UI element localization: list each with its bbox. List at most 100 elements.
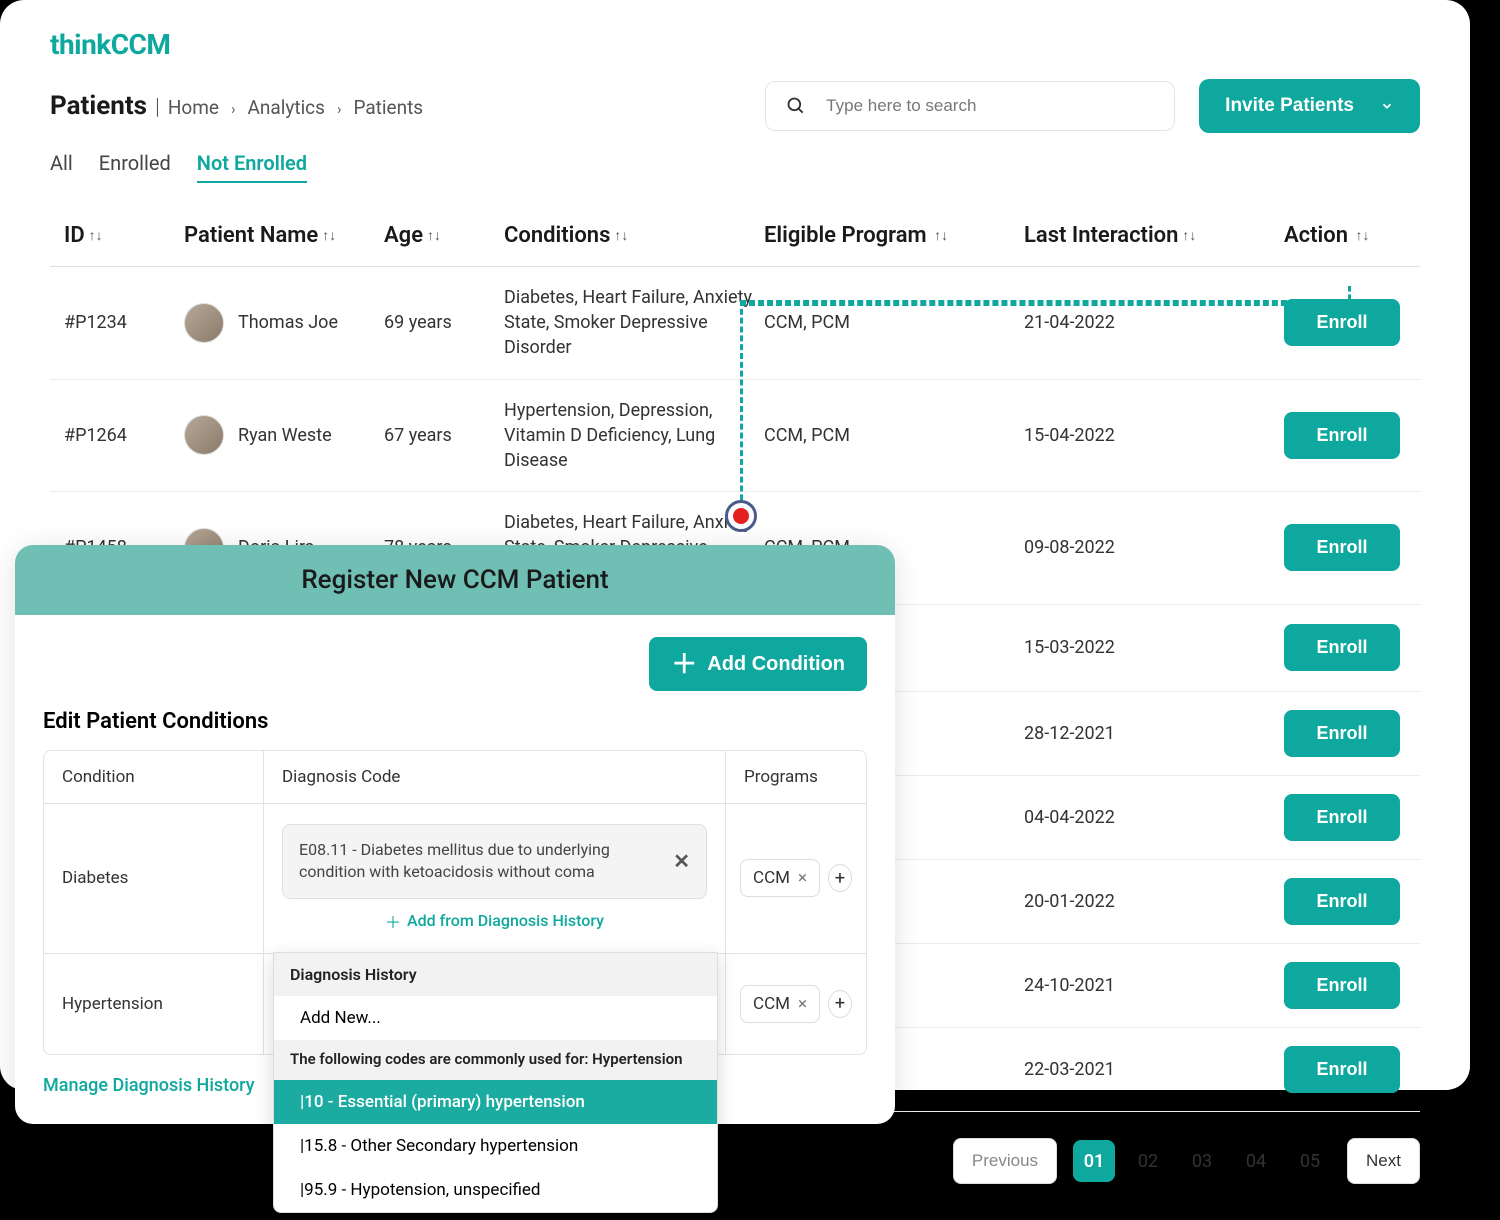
col-last[interactable]: Last Interaction↑↓ <box>1024 223 1284 248</box>
page-number[interactable]: 01 <box>1073 1140 1115 1182</box>
chevron-right-icon: › <box>231 100 236 118</box>
header-controls: Invite Patients <box>765 79 1420 133</box>
enroll-button[interactable]: Enroll <box>1284 878 1400 925</box>
table-row: #P1264 Ryan Weste 67 years Hypertension,… <box>50 380 1420 493</box>
col-program[interactable]: Eligible Program ↑↓ <box>764 223 1024 248</box>
separator: | <box>155 95 160 120</box>
invite-label: Invite Patients <box>1225 95 1354 117</box>
cond-col-condition: Condition <box>44 751 264 803</box>
cell-last: 09-08-2022 <box>1024 537 1284 558</box>
next-button[interactable]: Next <box>1347 1138 1420 1184</box>
brand-logo: thinkCCM <box>50 28 1420 61</box>
cell-last: 28-12-2021 <box>1024 723 1284 744</box>
cell-action: Enroll <box>1284 412 1406 459</box>
cell-id: #P1234 <box>64 312 184 333</box>
modal-title: Register New CCM Patient <box>15 545 895 615</box>
add-program-button[interactable]: + <box>828 864 852 892</box>
condition-row: Diabetes E08.11 - Diabetes mellitus due … <box>44 804 866 954</box>
cell-last: 04-04-2022 <box>1024 807 1284 828</box>
annotation-marker <box>725 500 757 532</box>
table-header: ID↑↓ Patient Name↑↓ Age↑↓ Conditions↑↓ E… <box>50 223 1420 267</box>
page-number[interactable]: 04 <box>1235 1140 1277 1182</box>
col-name[interactable]: Patient Name↑↓ <box>184 223 384 248</box>
cell-last: 20-01-2022 <box>1024 891 1284 912</box>
sort-icon: ↑↓ <box>1352 227 1369 244</box>
cell-last: 15-03-2022 <box>1024 637 1284 658</box>
dropdown-item[interactable]: |10 - Essential (primary) hypertension <box>274 1080 717 1124</box>
remove-diagnosis-icon[interactable]: ✕ <box>673 849 690 873</box>
cell-last: 21-04-2022 <box>1024 312 1284 333</box>
cond-col-programs: Programs <box>726 751 866 803</box>
enroll-button[interactable]: Enroll <box>1284 624 1400 671</box>
cell-action: Enroll <box>1284 624 1406 671</box>
breadcrumb: Patients | Home › Analytics › Patients <box>50 91 423 121</box>
sort-icon: ↑↓ <box>322 227 336 244</box>
cell-action: Enroll <box>1284 794 1406 841</box>
sort-icon: ↑↓ <box>1182 227 1196 244</box>
cell-id: #P1264 <box>64 425 184 446</box>
cell-action: Enroll <box>1284 299 1406 346</box>
add-program-button[interactable]: + <box>828 990 852 1018</box>
cell-last: 15-04-2022 <box>1024 425 1284 446</box>
search-box[interactable] <box>765 81 1175 131</box>
col-conditions[interactable]: Conditions↑↓ <box>504 223 764 248</box>
crumb-home[interactable]: Home <box>168 96 219 119</box>
sort-icon: ↑↓ <box>931 227 948 244</box>
enroll-button[interactable]: Enroll <box>1284 1046 1400 1093</box>
page-number[interactable]: 03 <box>1181 1140 1223 1182</box>
diagnosis-text: E08.11 - Diabetes mellitus due to underl… <box>299 839 659 884</box>
table-row: #P1234 Thomas Joe 69 years Diabetes, Hea… <box>50 267 1420 380</box>
enroll-button[interactable]: Enroll <box>1284 299 1400 346</box>
enroll-button[interactable]: Enroll <box>1284 962 1400 1009</box>
add-condition-button[interactable]: ＋ Add Condition <box>649 637 867 691</box>
page-number[interactable]: 02 <box>1127 1140 1169 1182</box>
dropdown-item[interactable]: |15.8 - Other Secondary hypertension <box>274 1124 717 1168</box>
page-number[interactable]: 05 <box>1289 1140 1331 1182</box>
dropdown-item[interactable]: |95.9 - Hypotension, unspecified <box>274 1168 717 1212</box>
sort-icon: ↑↓ <box>427 227 441 244</box>
tab-all[interactable]: All <box>50 151 73 183</box>
cell-name: Thomas Joe <box>184 303 384 343</box>
section-title: Edit Patient Conditions <box>43 709 867 734</box>
search-icon <box>786 96 806 116</box>
cell-program: CCM, PCM <box>764 425 1024 446</box>
cell-name: Ryan Weste <box>184 415 384 455</box>
condition-name: Diabetes <box>44 804 264 953</box>
cell-action: Enroll <box>1284 524 1406 571</box>
pagination: Previous 01 02 03 04 05 Next <box>50 1138 1420 1184</box>
add-from-history-link[interactable]: ＋ Add from Diagnosis History <box>385 909 604 933</box>
dropdown-section-header: Diagnosis History <box>274 953 717 996</box>
cell-conditions: Diabetes, Heart Failure, Anxiety State, … <box>504 285 764 361</box>
plus-icon: ＋ <box>385 909 401 933</box>
remove-program-icon[interactable]: × <box>798 868 807 888</box>
col-id[interactable]: ID↑↓ <box>64 223 184 248</box>
enroll-button[interactable]: Enroll <box>1284 710 1400 757</box>
crumb-patients[interactable]: Patients <box>353 96 423 119</box>
enroll-button[interactable]: Enroll <box>1284 524 1400 571</box>
enroll-button[interactable]: Enroll <box>1284 412 1400 459</box>
cell-action: Enroll <box>1284 1046 1406 1093</box>
prev-button[interactable]: Previous <box>953 1138 1057 1184</box>
cell-action: Enroll <box>1284 710 1406 757</box>
crumb-analytics[interactable]: Analytics <box>248 96 325 119</box>
sort-icon: ↑↓ <box>614 227 628 244</box>
enroll-button[interactable]: Enroll <box>1284 794 1400 841</box>
tab-enrolled[interactable]: Enrolled <box>99 151 171 183</box>
cell-action: Enroll <box>1284 878 1406 925</box>
tab-not-enrolled[interactable]: Not Enrolled <box>197 151 307 183</box>
diagnosis-dropdown: Diagnosis History Add New... The followi… <box>273 952 718 1213</box>
dropdown-note: The following codes are commonly used fo… <box>274 1040 717 1080</box>
invite-patients-button[interactable]: Invite Patients <box>1199 79 1420 133</box>
plus-icon: ＋ <box>671 651 697 677</box>
cond-col-diagnosis: Diagnosis Code <box>264 751 726 803</box>
search-input[interactable] <box>826 96 1154 116</box>
cell-last: 22-03-2021 <box>1024 1059 1284 1080</box>
dropdown-add-new[interactable]: Add New... <box>274 996 717 1040</box>
header: Patients | Home › Analytics › Patients I… <box>50 79 1420 133</box>
program-chip: CCM × <box>740 985 820 1023</box>
tabs: All Enrolled Not Enrolled <box>50 151 1420 183</box>
remove-program-icon[interactable]: × <box>798 994 807 1014</box>
col-action[interactable]: Action ↑↓ <box>1284 223 1406 248</box>
chevron-right-icon: › <box>337 100 342 118</box>
col-age[interactable]: Age↑↓ <box>384 223 504 248</box>
